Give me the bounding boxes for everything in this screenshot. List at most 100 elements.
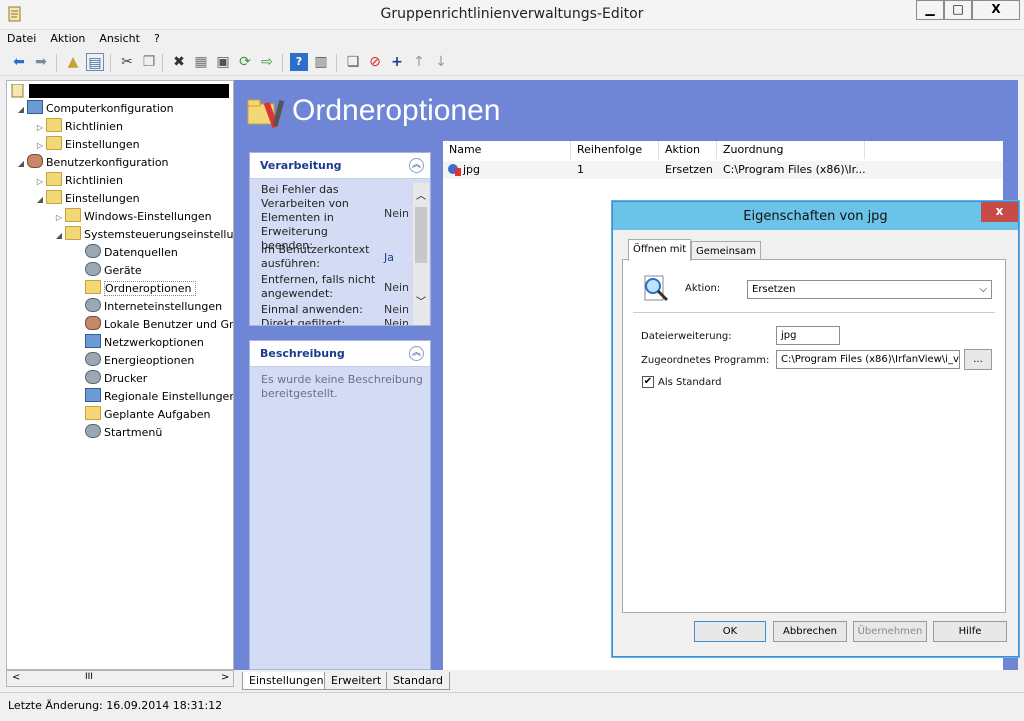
tree-node-regionale-einstellungen[interactable]: Regionale Einstellunger	[85, 388, 233, 406]
tree-node-richtlinien[interactable]: ▷ Richtlinien	[34, 118, 123, 136]
collapse-icon[interactable]: ◢	[15, 101, 27, 119]
tree-node-interneteinstellungen[interactable]: Interneteinstellungen	[85, 298, 222, 316]
column-header-name[interactable]: Name	[443, 141, 571, 159]
scroll-down-icon[interactable]: ﹀	[416, 293, 426, 308]
column-header-aktion[interactable]: Aktion	[659, 141, 717, 159]
tree-node-drucker[interactable]: Drucker	[85, 370, 147, 388]
scroll-up-icon[interactable]: ︿	[416, 187, 426, 202]
help-icon[interactable]: ?	[290, 53, 308, 71]
move-up-icon[interactable]: ↑	[410, 53, 428, 71]
menu-help[interactable]: ?	[147, 30, 167, 47]
prop-label: Einmal anwenden:	[261, 303, 363, 316]
tree-node-startmenue[interactable]: Startmenü	[85, 424, 162, 442]
add-icon[interactable]: +	[388, 53, 406, 71]
new-item-icon[interactable]: ❏	[344, 53, 362, 71]
local-users-icon	[85, 316, 101, 330]
stop-icon[interactable]: ⊘	[366, 53, 384, 71]
show-hide-tree-icon[interactable]: ▤	[86, 53, 104, 71]
tab-gemeinsam[interactable]: Gemeinsam	[691, 241, 761, 261]
aktion-select[interactable]: Ersetzen ⌵	[747, 280, 992, 299]
tree-node-netzwerkoptionen[interactable]: Netzwerkoptionen	[85, 334, 204, 352]
tab-einstellungen[interactable]: Einstellungen	[242, 672, 331, 690]
devices-icon	[85, 262, 101, 276]
prop-value: Nein	[384, 207, 410, 220]
collapse-icon[interactable]: ◢	[53, 227, 65, 245]
tree-node-einstellungen[interactable]: ▷ Einstellungen	[34, 136, 140, 154]
collapse-icon[interactable]: ◢	[15, 155, 27, 173]
collapse-icon[interactable]: ◢	[34, 191, 46, 209]
delete-icon[interactable]: ✖	[170, 53, 188, 71]
tree-node-richtlinien[interactable]: ▷ Richtlinien	[34, 172, 123, 190]
browse-button[interactable]: ...	[964, 349, 992, 370]
verarbeitung-scrollbar[interactable]: ︿ ﹀	[413, 183, 429, 325]
tree-pane[interactable]: ◢ Computerkonfiguration ▷ Richtlinien ▷ Ein…	[6, 80, 234, 670]
tab-oeffnen-mit[interactable]: Öffnen mit	[628, 239, 692, 261]
properties-icon[interactable]: ▦	[192, 53, 210, 71]
column-header-zuordnung[interactable]: Zuordnung	[717, 141, 865, 159]
properties-dialog: Eigenschaften von jpg x Öffnen mit Gemei…	[612, 201, 1019, 657]
tree-node-systemsteuerungseinstellungen[interactable]: ◢ Systemsteuerungseinstellur	[53, 226, 233, 245]
menu-datei[interactable]: Datei	[0, 30, 43, 47]
tree-node-lokale-benutzer[interactable]: Lokale Benutzer und Gr	[85, 316, 233, 334]
als-standard-checkbox[interactable]: ✔	[642, 376, 654, 388]
prop-value: Nein	[384, 317, 410, 325]
cut-icon[interactable]: ✂	[118, 53, 136, 71]
beschreibung-header[interactable]: Beschreibung	[250, 341, 430, 367]
page-title: Ordneroptionen	[292, 94, 501, 127]
beschreibung-panel: Beschreibung ︽ Es wurde keine Beschreibu…	[249, 340, 431, 670]
move-down-icon[interactable]: ↓	[432, 53, 450, 71]
verarbeitung-header[interactable]: Verarbeitung	[250, 153, 430, 179]
menu-bar: Datei Aktion Ansicht?	[0, 30, 1024, 48]
zugeordnetes-programm-label: Zugeordnetes Programm:	[641, 355, 770, 366]
scroll-right-icon[interactable]: >	[221, 672, 229, 683]
up-folder-icon[interactable]: ▲	[64, 53, 82, 71]
cancel-button[interactable]: Abbrechen	[773, 621, 847, 642]
close-button[interactable]: X	[972, 0, 1020, 20]
tab-erweitert[interactable]: Erweitert	[324, 672, 389, 690]
scroll-thumb[interactable]: III	[85, 672, 93, 682]
tree-horizontal-scrollbar[interactable]: < III >	[6, 670, 234, 687]
collapse-chevron-icon[interactable]: ︽	[409, 346, 424, 361]
aktion-label: Aktion:	[685, 283, 721, 294]
dialog-title-bar[interactable]: Eigenschaften von jpg x	[613, 202, 1018, 230]
scroll-left-icon[interactable]: <	[12, 672, 20, 683]
tree-node-geraete[interactable]: Geräte	[85, 262, 142, 280]
back-icon[interactable]: ⬅	[10, 53, 28, 71]
export-icon[interactable]: ⇨	[258, 53, 276, 71]
menu-aktion[interactable]: Aktion	[43, 30, 92, 47]
ok-button[interactable]: OK	[694, 621, 766, 642]
forward-icon[interactable]: ➡	[32, 53, 50, 71]
dialog-close-button[interactable]: x	[981, 202, 1018, 222]
tab-standard[interactable]: Standard	[386, 672, 451, 690]
status-text: Letzte Änderung: 16.09.2014 18:31:12	[8, 699, 223, 712]
print-icon[interactable]: ▣	[214, 53, 232, 71]
expand-icon[interactable]: ▷	[34, 173, 46, 191]
apply-button[interactable]: Übernehmen	[853, 621, 927, 642]
refresh-icon[interactable]: ⟳	[236, 53, 254, 71]
help-button[interactable]: Hilfe	[933, 621, 1007, 642]
tree-node-energieoptionen[interactable]: Energieoptionen	[85, 352, 194, 370]
collapse-chevron-icon[interactable]: ︽	[409, 158, 424, 173]
tree-node-benutzerkonfiguration[interactable]: ◢ Benutzerkonfiguration	[15, 154, 169, 172]
tree-node-computerkonfiguration[interactable]: ◢ Computerkonfiguration	[15, 100, 174, 118]
prop-label: Im Benutzerkontext ausführen:	[261, 243, 370, 270]
tree-node-windows-einstellungen[interactable]: ▷ Windows-Einstellungen	[53, 208, 212, 226]
redacted-policy-name[interactable]	[29, 84, 229, 98]
copy-icon[interactable]: ❐	[140, 53, 158, 71]
show-pane-icon[interactable]: ▥	[312, 53, 330, 71]
maximize-button[interactable]: □	[944, 0, 972, 20]
expand-icon[interactable]: ▷	[53, 209, 65, 227]
expand-icon[interactable]: ▷	[34, 119, 46, 137]
zugeordnetes-programm-input[interactable]: C:\Program Files (x86)\IrfanView\i_v	[776, 350, 960, 369]
scroll-thumb[interactable]	[415, 207, 427, 263]
menu-ansicht[interactable]: Ansicht	[92, 30, 147, 47]
tree-node-ordneroptionen[interactable]: Ordneroptionen	[85, 280, 196, 298]
tree-node-datenquellen[interactable]: Datenquellen	[85, 244, 178, 262]
dateierweiterung-input[interactable]: jpg	[776, 326, 840, 345]
column-header-reihenfolge[interactable]: Reihenfolge	[571, 141, 659, 159]
expand-icon[interactable]: ▷	[34, 137, 46, 155]
tree-node-einstellungen[interactable]: ◢ Einstellungen	[34, 190, 140, 208]
chevron-down-icon[interactable]: ⌵	[979, 281, 987, 298]
tree-node-geplante-aufgaben[interactable]: Geplante Aufgaben	[85, 406, 210, 424]
minimize-button[interactable]: ▁	[916, 0, 944, 20]
